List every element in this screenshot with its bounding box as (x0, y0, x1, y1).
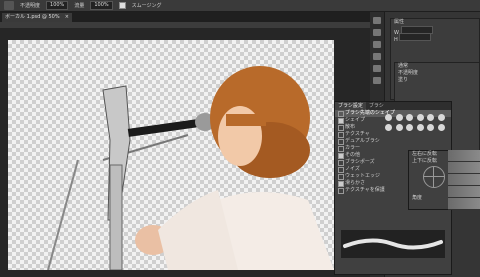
preset-swatch[interactable] (448, 186, 480, 198)
height-input[interactable] (399, 33, 432, 41)
tab-brush-settings[interactable]: ブラシ設定 (335, 102, 366, 110)
brush-presets-strip (448, 150, 480, 210)
photo-singer (47, 66, 334, 270)
flow-field[interactable]: 100% (90, 1, 113, 10)
document-tab[interactable]: ボーカル 1.psd @ 50% × (2, 13, 72, 22)
brush-tip[interactable] (395, 114, 403, 121)
tab-brushes[interactable]: ブラシ (366, 102, 387, 110)
brush-tip[interactable] (437, 114, 445, 121)
document-tab-bar: ボーカル 1.psd @ 50% × (0, 12, 370, 22)
brush-icon[interactable] (373, 53, 381, 60)
preset-swatch[interactable] (448, 198, 480, 210)
brush-setting-label: その他 (345, 152, 361, 158)
options-bar: 不透明度 100% 流量 100% スムージング (0, 0, 480, 12)
brush-tip[interactable] (427, 114, 434, 121)
preset-swatch[interactable] (448, 174, 480, 186)
brush-setting-item[interactable]: デュアルブラシ (335, 138, 451, 145)
opacity-label: 不透明度 (20, 3, 41, 9)
brush-tip[interactable] (395, 123, 403, 131)
canvas-area[interactable] (0, 28, 370, 277)
blend-mode[interactable]: 通常 (395, 63, 479, 70)
document-canvas[interactable] (8, 40, 334, 270)
brush-setting-label: デュアルブラシ (345, 138, 380, 144)
brush-setting-label: 散布 (345, 124, 356, 130)
airbrush-toggle[interactable] (118, 2, 126, 9)
brush-setting-label: テクスチャを保護 (345, 187, 385, 193)
preset-swatch[interactable] (448, 150, 480, 162)
brush-setting-label: カラー (345, 145, 361, 151)
angle-dial[interactable] (423, 166, 445, 188)
opacity-field[interactable]: 100% (46, 1, 69, 10)
adjustments-icon[interactable] (373, 41, 381, 48)
brush-setting-label: テクスチャ (345, 131, 370, 137)
layer-fill-label: 塗り (398, 77, 409, 83)
flow-label: 流量 (74, 3, 85, 9)
brush-setting-label: シェイプ (345, 117, 366, 123)
brush-panel-tabs: ブラシ設定 ブラシ (335, 102, 451, 110)
brush-setting-item[interactable]: テクスチャ (335, 131, 451, 138)
channels-icon[interactable] (373, 77, 381, 84)
checkbox[interactable] (338, 188, 344, 194)
properties-icon[interactable] (373, 29, 381, 36)
brush-tip[interactable] (385, 123, 392, 131)
brush-stroke-preview (341, 230, 445, 258)
brush-tip[interactable] (406, 114, 413, 121)
brush-setting-label: 滑らかさ (345, 180, 366, 186)
paragraph-icon[interactable] (373, 65, 381, 72)
brush-tip[interactable] (427, 123, 434, 131)
brush-tip[interactable] (437, 123, 445, 131)
brush-tip[interactable] (406, 123, 413, 131)
smoothing-label: スムージング (131, 3, 162, 9)
preset-swatch[interactable] (448, 162, 480, 174)
brush-setting-label: ウェットエッジ (345, 173, 381, 179)
document-title: ボーカル 1.psd @ 50% (5, 14, 60, 20)
brush-tip-grid (385, 114, 447, 132)
brush-tip[interactable] (416, 123, 424, 131)
layer-opacity-label: 不透明度 (398, 70, 419, 76)
properties-title: 属性 (394, 19, 405, 25)
brush-tip[interactable] (416, 114, 424, 121)
h-label: H (394, 37, 398, 43)
brush-setting-label: ノイズ (345, 166, 360, 172)
brush-tool-icon[interactable] (4, 1, 14, 10)
history-icon[interactable] (373, 17, 381, 24)
brush-setting-label: ブラシポーズ (345, 159, 375, 165)
brush-tip[interactable] (385, 114, 392, 121)
close-icon[interactable]: × (65, 13, 69, 22)
